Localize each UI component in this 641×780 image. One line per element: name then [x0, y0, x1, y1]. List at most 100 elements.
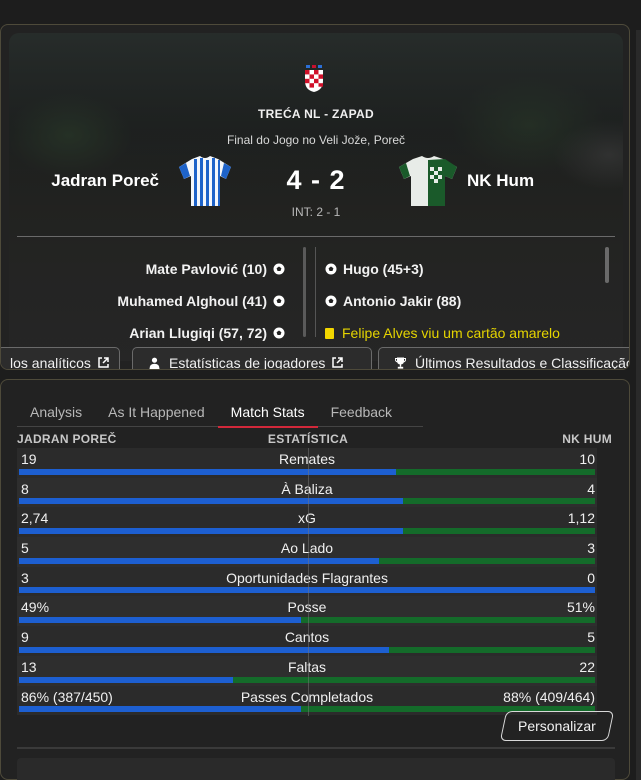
tab-analysis[interactable]: Analysis	[17, 400, 95, 427]
stat-row: 13 Faltas 22	[17, 655, 597, 686]
stat-away-value: 88% (409/464)	[503, 688, 595, 705]
goal-scorer[interactable]: Hugo (45+3)	[343, 261, 424, 277]
goal-event: Antonio Jakir (88)	[325, 285, 560, 317]
stat-away-value: 0	[587, 569, 595, 586]
match-venue: Final do Jogo no Veli Jože, Poreč	[226, 133, 406, 147]
stat-label: Oportunidades Flagrantes	[226, 569, 388, 586]
stat-bar-away	[396, 468, 595, 475]
football-icon	[273, 327, 285, 339]
stats-center-line	[308, 448, 309, 716]
stat-label: Faltas	[287, 658, 327, 675]
stat-away-value: 4	[587, 480, 595, 497]
stat-row: 5 Ao Lado 3	[17, 537, 597, 567]
stat-bar-home	[19, 528, 404, 535]
stat-bar-away	[403, 498, 595, 505]
stat-bar-home	[19, 557, 379, 564]
stat-bar-away	[389, 646, 595, 653]
player-stats-button-label: Estatísticas de jogadores	[169, 354, 326, 370]
stat-bar	[19, 557, 595, 564]
stat-bar	[19, 498, 595, 505]
away-goalscorers: Hugo (45+3) Antonio Jakir (88) Felipe Al…	[325, 253, 560, 349]
stat-away-value: 3	[587, 540, 595, 557]
customize-button[interactable]: Personalizar	[499, 711, 615, 741]
halftime-score: INT: 2 - 1	[291, 205, 341, 219]
stat-bar	[19, 617, 595, 624]
customize-button-label: Personalizar	[518, 718, 596, 734]
football-icon	[325, 295, 337, 307]
stat-bar	[19, 587, 595, 594]
analytics-button-label: los analíticos	[10, 354, 91, 370]
trophy-icon	[395, 357, 406, 369]
goal-scorer[interactable]: Muhamed Alghoul (41)	[117, 293, 267, 309]
football-icon	[273, 263, 285, 275]
stat-row: 19 Remates 10	[17, 448, 597, 478]
stat-away-value: 22	[579, 658, 595, 675]
stat-bar-home	[19, 498, 404, 505]
events-divider	[303, 247, 306, 337]
card-description[interactable]: Felipe Alves viu um cartão amarelo	[342, 325, 560, 341]
next-section-placeholder	[17, 758, 615, 780]
goal-event: Arian Llugiqi (57, 72)	[117, 317, 291, 349]
final-score: 4 - 2	[286, 165, 346, 195]
player-stats-button[interactable]: Estatísticas de jogadores	[132, 347, 372, 370]
home-goalscorers: Mate Pavlović (10) Muhamed Alghoul (41) …	[117, 253, 291, 349]
stat-bar-home	[19, 617, 302, 624]
events-divider	[315, 247, 316, 337]
stat-row: 8À Baliza 4	[17, 477, 597, 508]
stat-away-value: 10	[579, 451, 595, 467]
stat-row: 49% Posse 51%	[17, 596, 597, 627]
goal-scorer[interactable]: Mate Pavlović (10)	[146, 261, 267, 277]
away-team-column-header: NK HUM	[562, 432, 612, 446]
stat-bar-home	[19, 676, 233, 683]
stat-bar	[19, 528, 595, 535]
away-team-name[interactable]: NK Hum	[467, 171, 534, 191]
stat-bar-home	[19, 468, 397, 475]
stat-bar-away	[403, 528, 595, 535]
goal-scorer[interactable]: Arian Llugiqi (57, 72)	[129, 325, 267, 341]
stat-bar	[19, 468, 595, 475]
tab-feedback[interactable]: Feedback	[318, 400, 405, 427]
stat-row: 2,74 xG 1,12	[17, 507, 597, 538]
header-divider	[17, 236, 615, 237]
goal-event: Hugo (45+3)	[325, 253, 560, 285]
goal-event: Muhamed Alghoul (41)	[117, 285, 291, 317]
goal-event: Mate Pavlović (10)	[117, 253, 291, 285]
stat-bar-away	[301, 617, 595, 624]
results-standings-button-label: Últimos Resultados e Classificação	[415, 354, 630, 370]
stats-tabs: Analysis As It Happened Match Stats Feed…	[17, 400, 423, 428]
away-kit-icon	[399, 156, 457, 206]
stat-label: Posse	[287, 599, 327, 616]
card-event: Felipe Alves viu um cartão amarelo	[325, 317, 560, 349]
stat-label: Cantos	[284, 629, 330, 646]
goal-scorer[interactable]: Antonio Jakir (88)	[343, 293, 461, 309]
stat-bar-away	[379, 557, 595, 564]
yellow-card-icon	[325, 327, 334, 339]
stat-label: Ao Lado	[280, 540, 334, 557]
competition-name[interactable]: TREĆA NL - ZAPAD	[1, 107, 629, 121]
statistic-column-header: ESTATÍSTICA	[267, 432, 349, 446]
stat-bar	[19, 676, 595, 683]
stat-away-value: 1,12	[567, 510, 595, 527]
stat-row: 3 Oportunidades Flagrantes 0	[17, 566, 597, 597]
events-scrollbar[interactable]	[605, 247, 609, 283]
match-stats-panel: Analysis As It Happened Match Stats Feed…	[0, 379, 630, 780]
external-link-icon	[332, 357, 344, 368]
tab-match-stats[interactable]: Match Stats	[217, 400, 318, 428]
stat-away-value: 5	[587, 629, 595, 646]
stat-bar	[19, 646, 595, 653]
match-action-buttons: los analíticos Estatísticas de jogadores…	[1, 347, 630, 370]
analytics-button[interactable]: los analíticos	[1, 347, 120, 370]
results-standings-button[interactable]: Últimos Resultados e Classificação	[378, 347, 630, 370]
match-header-panel: TREĆA NL - ZAPAD Final do Jogo no Veli J…	[0, 24, 630, 370]
stat-label: À Baliza	[281, 480, 333, 497]
window-edge	[636, 30, 641, 780]
stat-bar-home	[19, 587, 595, 594]
tab-as-it-happened[interactable]: As It Happened	[95, 400, 218, 427]
external-link-icon	[98, 357, 109, 368]
croatia-crest-icon	[305, 65, 323, 92]
panel-divider	[17, 747, 615, 749]
stat-label: Remates	[278, 451, 336, 467]
person-icon	[149, 357, 160, 369]
stats-table: 19 Remates 10 8 À Baliza 4 2,74 xG 1,12 5 Ao Lado 3…	[17, 448, 597, 716]
stat-bar-away	[232, 676, 595, 683]
